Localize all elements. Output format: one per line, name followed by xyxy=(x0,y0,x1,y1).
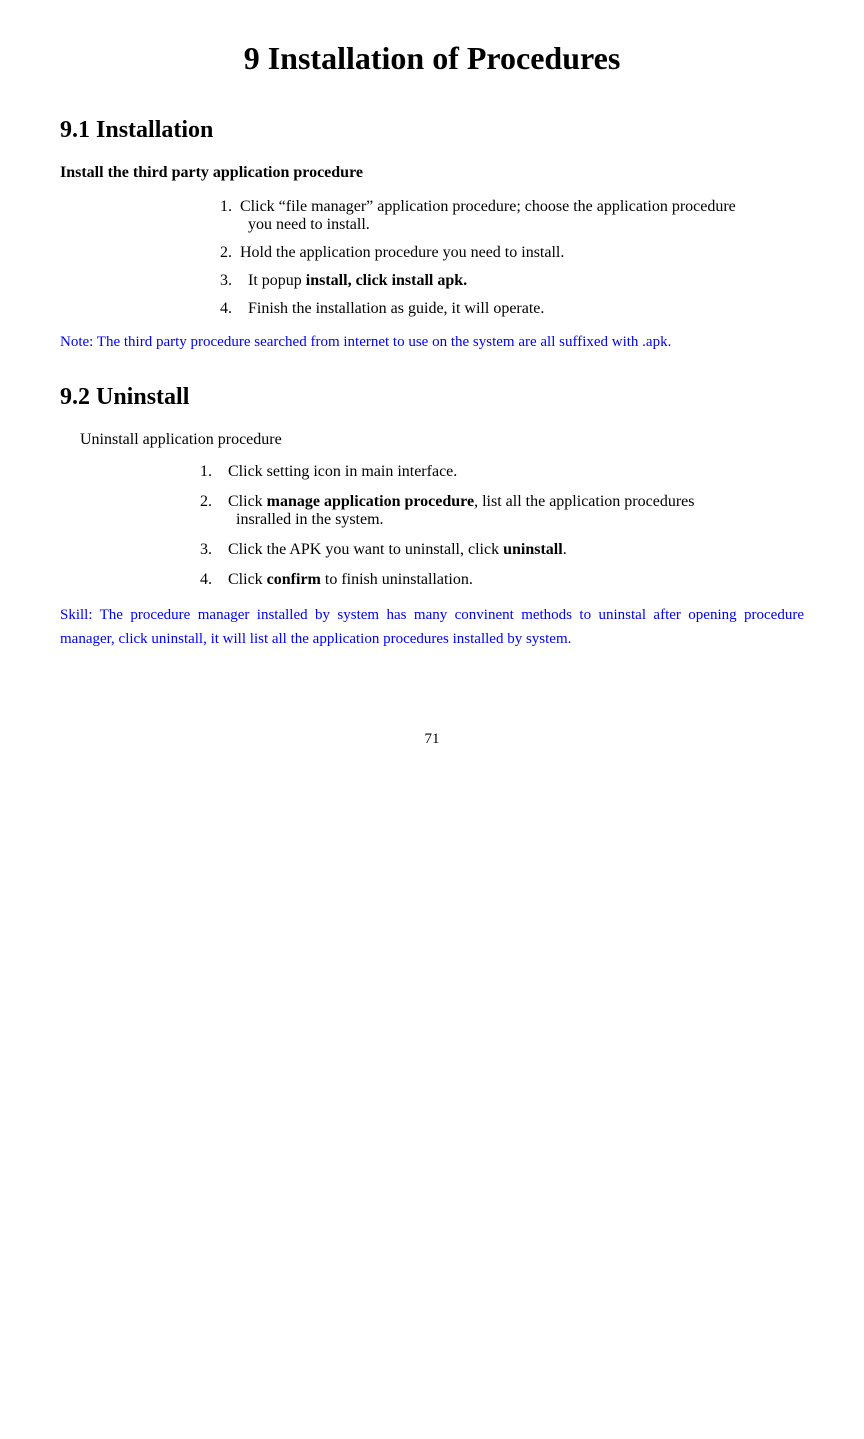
uninstall-steps-list: 1. Click setting icon in main interface.… xyxy=(200,463,804,589)
skill-note: Skill: The procedure manager installed b… xyxy=(60,603,804,651)
uninstall-step-2: 2. Click manage application procedure, l… xyxy=(200,493,804,529)
install-step-1: 1. Click “file manager” application proc… xyxy=(220,198,804,234)
subsection-label: Install the third party application proc… xyxy=(60,164,804,182)
page-title: 9 Installation of Procedures xyxy=(60,40,804,77)
uninstall-step-4: 4. Click confirm to finish uninstallatio… xyxy=(200,571,804,589)
install-step-3: 3. It popup install, click install apk. xyxy=(220,272,804,290)
install-steps-list: 1. Click “file manager” application proc… xyxy=(220,198,804,318)
uninstall-step-1: 1. Click setting icon in main interface. xyxy=(200,463,804,481)
section-92: 9.2 Uninstall Uninstall application proc… xyxy=(60,384,804,651)
install-step-4: 4. Finish the installation as guide, it … xyxy=(220,300,804,318)
section-91: 9.1 Installation Install the third party… xyxy=(60,117,804,354)
install-note: Note: The third party procedure searched… xyxy=(60,330,804,354)
uninstall-step-4-bold: confirm xyxy=(267,571,321,588)
install-step-2: 2. Hold the application procedure you ne… xyxy=(220,244,804,262)
section-92-heading: 9.2 Uninstall xyxy=(60,384,804,411)
section-91-heading: 9.1 Installation xyxy=(60,117,804,144)
uninstall-label: Uninstall application procedure xyxy=(80,431,804,449)
install-step-3-bold: install, click install apk. xyxy=(306,272,467,289)
uninstall-step-3: 3. Click the APK you want to uninstall, … xyxy=(200,541,804,559)
uninstall-step-2-bold: manage application procedure xyxy=(267,493,474,510)
page-number: 71 xyxy=(60,731,804,748)
uninstall-step-3-bold: uninstall xyxy=(503,541,563,558)
